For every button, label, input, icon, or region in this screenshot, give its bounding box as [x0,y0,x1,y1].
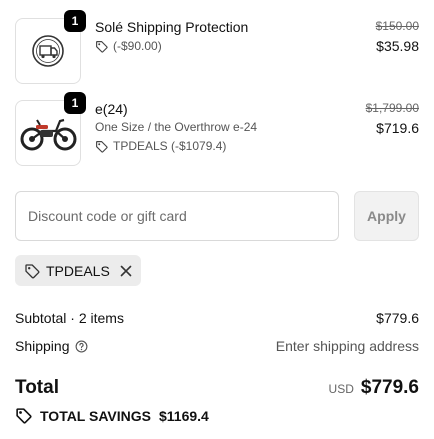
shipping-row: Shipping Enter shipping address [15,337,419,355]
tag-icon [96,40,108,53]
final-price: $35.98 [376,38,419,54]
close-icon[interactable] [120,265,132,277]
apply-button[interactable]: Apply [354,191,419,241]
savings-value: $1169.4 [158,407,209,424]
total-value: $779.6 [360,377,419,398]
applied-discount-chip: TPDEALS [15,255,141,286]
item-discount: TPDEALS (-$1079.4) [95,137,257,155]
discount-code-input[interactable] [15,191,339,241]
currency-code: USD [328,382,354,396]
product-variant: One Size / the Overthrow e-24 [95,120,258,134]
subtotal-value: $779.6 [376,310,419,326]
discount-form: Apply [15,191,419,241]
subtotal-row: Subtotal · 2 items $779.6 [15,309,419,327]
applied-code-text: TPDEALS [46,262,110,279]
total-row: Total USD $779.6 [15,376,419,400]
quantity-badge: 1 [64,10,86,32]
shipping-label: Shipping [15,338,70,354]
total-label: Total [15,377,59,398]
product-title: e(24) [95,101,128,117]
savings-label: TOTAL SAVINGS [40,407,151,424]
product-title: Solé Shipping Protection [95,19,249,35]
item-discount: (-$90.00) [95,37,248,55]
line-item-e24: 1 e(24) One Size / the Overthrow e-24 TP… [15,92,419,166]
tag-icon [25,263,40,278]
tag-icon [96,140,108,153]
original-price: $150.00 [375,19,419,33]
quantity-badge: 1 [64,92,86,114]
total-savings: TOTAL SAVINGS $1169.4 [15,407,209,424]
item-discount-text: TPDEALS (-$1079.4) [113,139,227,153]
item-discount-text: (-$90.00) [113,39,162,53]
tag-icon [16,408,32,424]
shipping-value: Enter shipping address [275,338,419,354]
original-price: $1,799.00 [365,101,419,115]
line-item-shipping-protection: 1 Solé Shipping Protection (-$90.00) $15… [15,10,419,84]
help-icon[interactable] [75,340,88,353]
final-price: $719.6 [376,120,419,136]
subtotal-label: Subtotal · 2 items [15,310,124,326]
